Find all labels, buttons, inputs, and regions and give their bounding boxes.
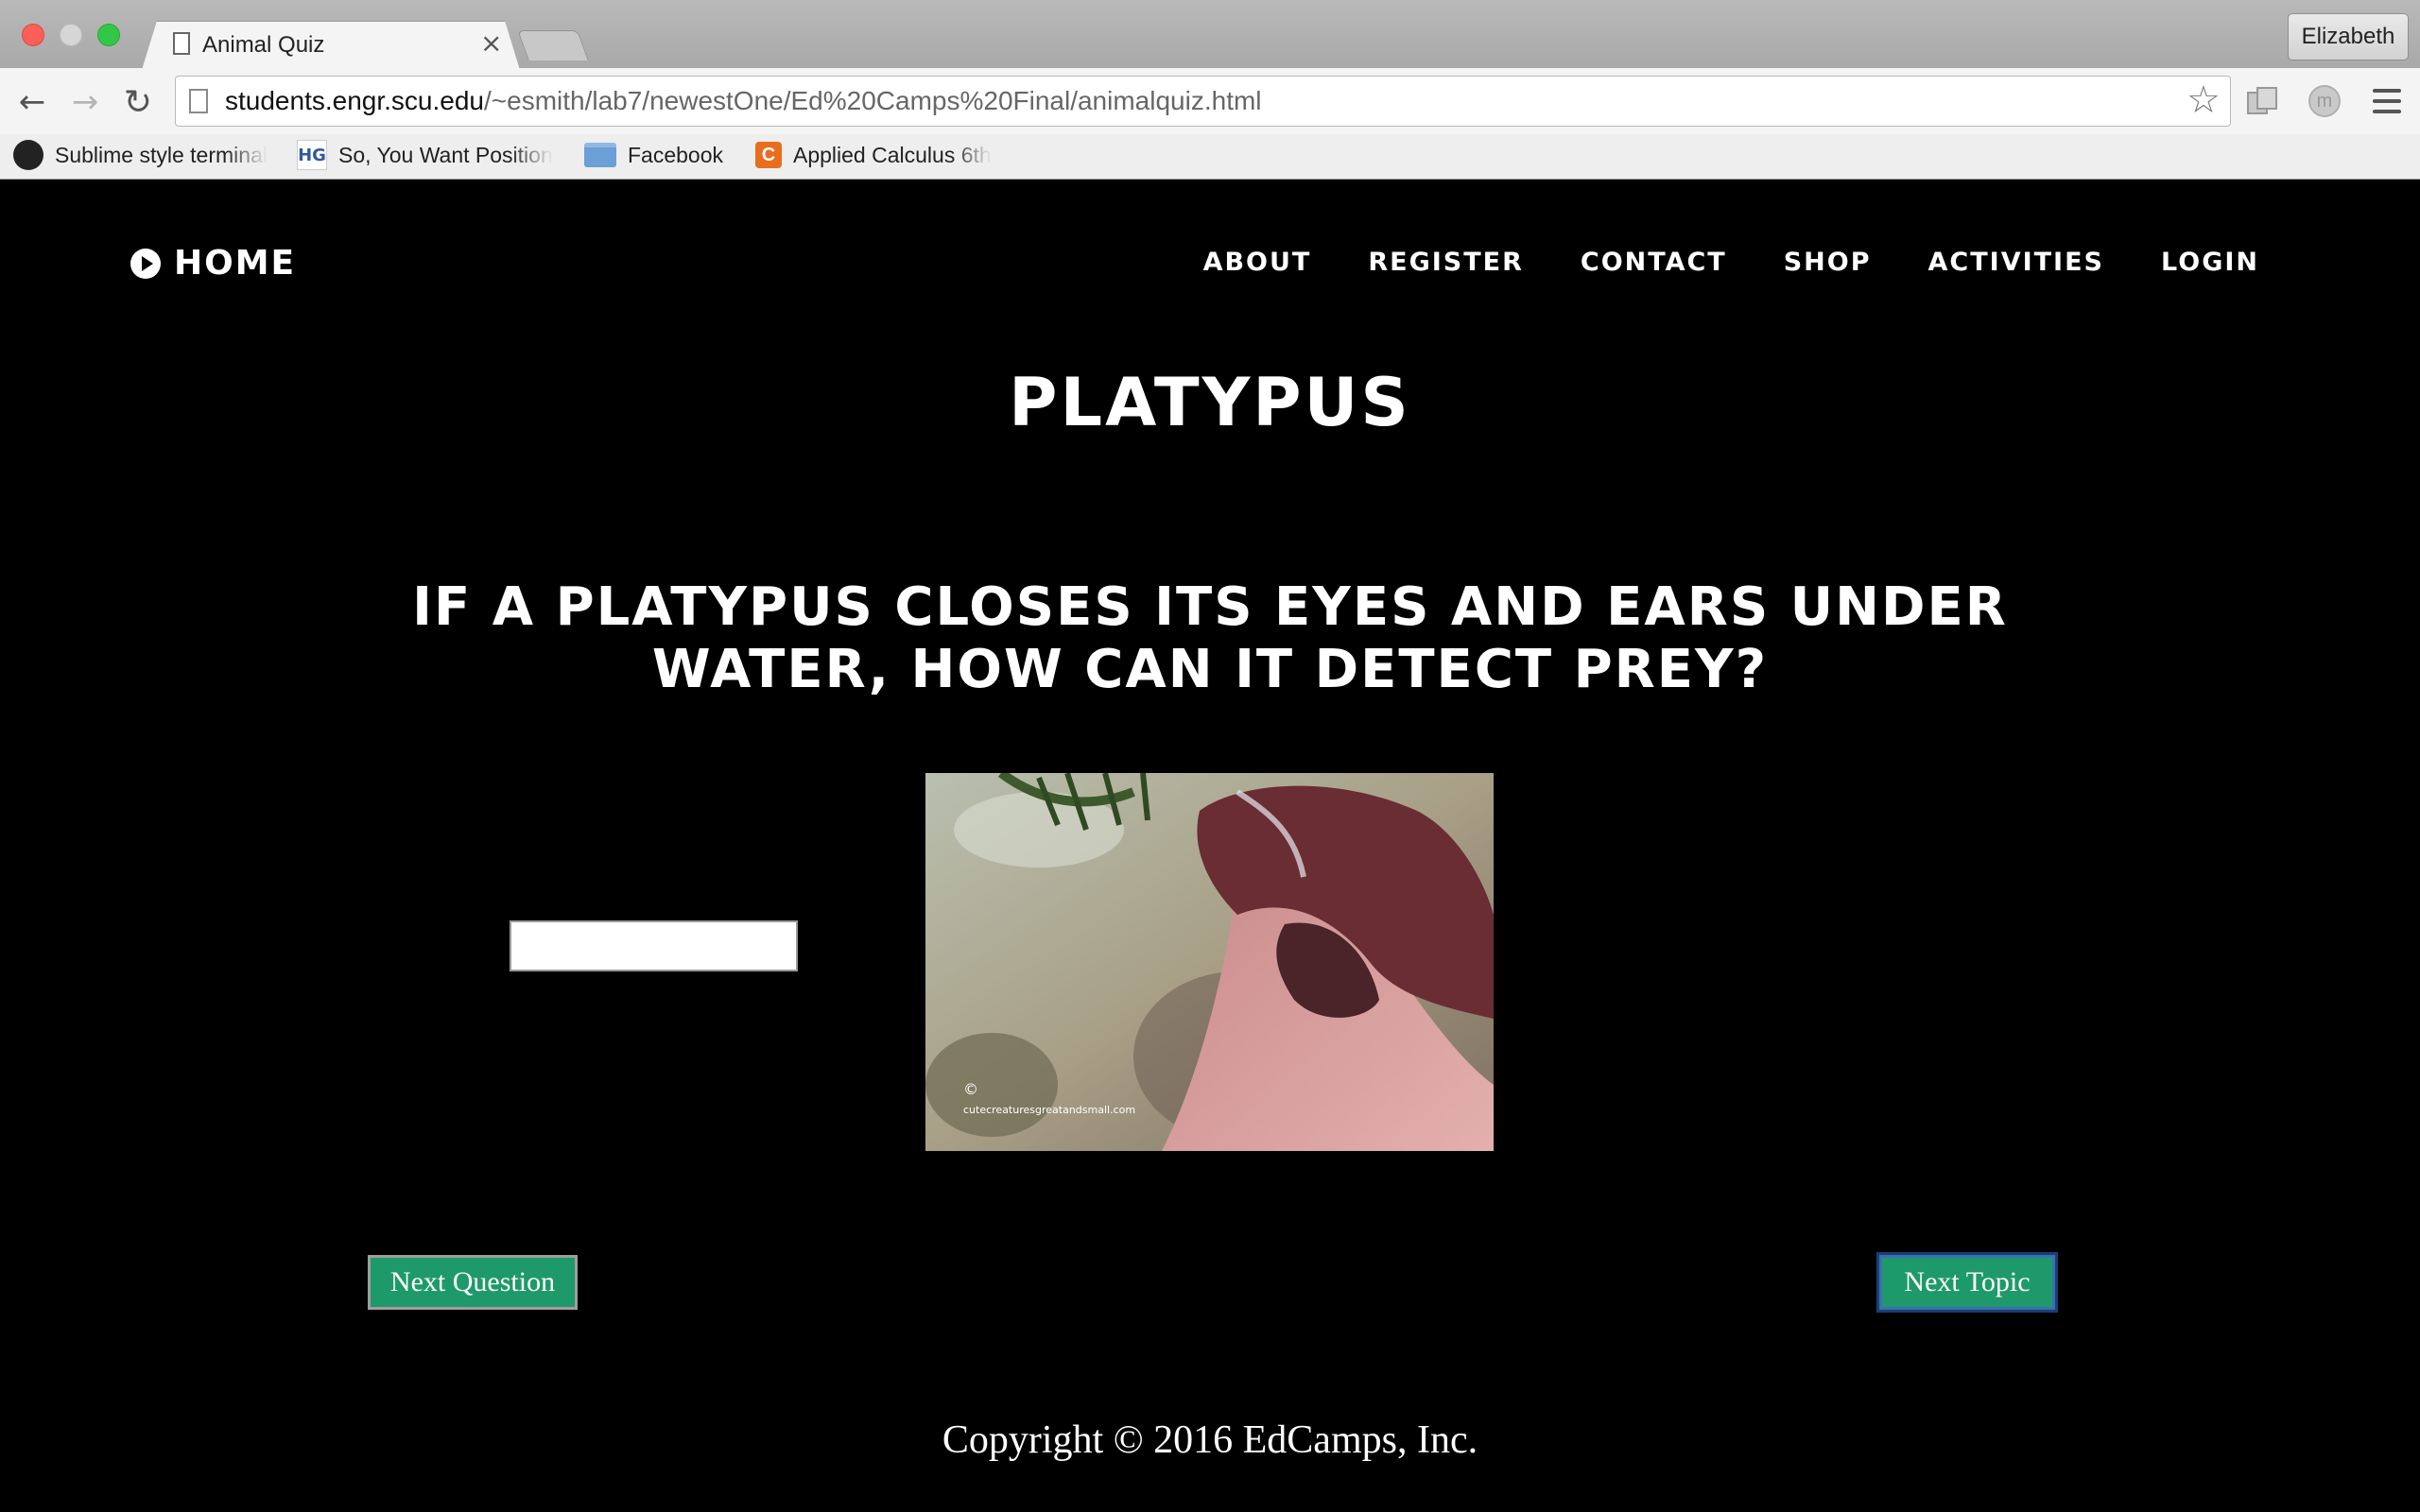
new-tab-button[interactable] <box>517 30 589 60</box>
nav-contact[interactable]: CONTACT <box>1581 248 1727 277</box>
bookmark-label: So, You Want Position <box>338 142 553 167</box>
page-title: PLATYPUS <box>1009 364 1411 441</box>
nav-home-link[interactable]: HOME <box>130 244 296 283</box>
window-minimize-button[interactable] <box>60 24 82 46</box>
tab-animal-quiz[interactable] <box>142 21 520 70</box>
reload-icon[interactable]: ↻ <box>117 81 159 123</box>
bookmark-label: Sublime style terminal <box>55 142 268 167</box>
image-caption: cutecreaturesgreatandsmall.com <box>963 1104 1135 1116</box>
nav-shop[interactable]: SHOP <box>1784 248 1872 277</box>
next-question-button[interactable]: Next Question <box>368 1255 578 1310</box>
play-circle-icon <box>130 248 161 279</box>
bookmark-label: Facebook <box>628 142 724 167</box>
bookmark-facebook[interactable]: Facebook <box>584 138 735 172</box>
tab-close-icon[interactable]: × <box>480 28 502 59</box>
nav-activities[interactable]: ACTIVITIES <box>1928 248 2104 277</box>
bookmark-star-icon[interactable]: ☆ <box>2187 79 2221 121</box>
url-host: students.engr.scu.edu <box>225 86 484 115</box>
quiz-question: IF A PLATYPUS CLOSES ITS EYES AND EARS U… <box>412 576 2008 700</box>
extension-icon[interactable] <box>2246 85 2278 117</box>
window-maximize-button[interactable] <box>97 24 120 46</box>
answer-input[interactable] <box>510 920 798 971</box>
page-icon <box>189 89 208 113</box>
browser-chrome: Animal Quiz × Elizabeth ← → ↻ students.e… <box>0 0 2420 180</box>
image-copyright-symbol: © <box>963 1080 978 1098</box>
extension-m-icon[interactable]: m <box>2308 85 2341 117</box>
next-topic-button[interactable]: Next Topic <box>1879 1255 2055 1310</box>
url-text[interactable]: students.engr.scu.edu/~esmith/lab7/newes… <box>225 86 1262 116</box>
forward-arrow-icon[interactable]: → <box>64 81 106 123</box>
nav-register[interactable]: REGISTER <box>1368 248 1524 277</box>
hg-icon: HG <box>297 140 327 170</box>
page-icon <box>173 32 190 55</box>
page-content: HOME ABOUT REGISTER CONTACT SHOP ACTIVIT… <box>0 180 2420 1512</box>
platypus-image: © cutecreaturesgreatandsmall.com <box>925 773 1494 1151</box>
github-icon <box>13 140 43 170</box>
window-close-button[interactable] <box>22 24 44 46</box>
calc-icon: C <box>755 142 782 168</box>
profile-button[interactable]: Elizabeth <box>2288 13 2409 60</box>
bookmark-so-you-want-position[interactable]: HG So, You Want Position <box>297 138 560 172</box>
nav-home-label: HOME <box>174 244 297 283</box>
tab-title: Animal Quiz <box>202 32 325 58</box>
nav-about[interactable]: ABOUT <box>1203 248 1312 277</box>
bookmark-applied-calculus[interactable]: C Applied Calculus 6th <box>755 138 1012 172</box>
menu-icon[interactable] <box>2373 89 2401 113</box>
nav-login[interactable]: LOGIN <box>2161 248 2259 277</box>
bookmark-sublime-style-terminal[interactable]: Sublime style terminal <box>13 138 273 172</box>
bookmark-label: Applied Calculus 6th <box>793 142 992 167</box>
folder-icon <box>584 143 616 167</box>
back-arrow-icon[interactable]: ← <box>11 81 53 123</box>
url-path: /~esmith/lab7/newestOne/Ed%20Camps%20Fin… <box>483 86 1262 115</box>
copyright-footer: Copyright © 2016 EdCamps, Inc. <box>942 1418 1478 1462</box>
main-nav: ABOUT REGISTER CONTACT SHOP ACTIVITIES L… <box>1147 248 2259 277</box>
